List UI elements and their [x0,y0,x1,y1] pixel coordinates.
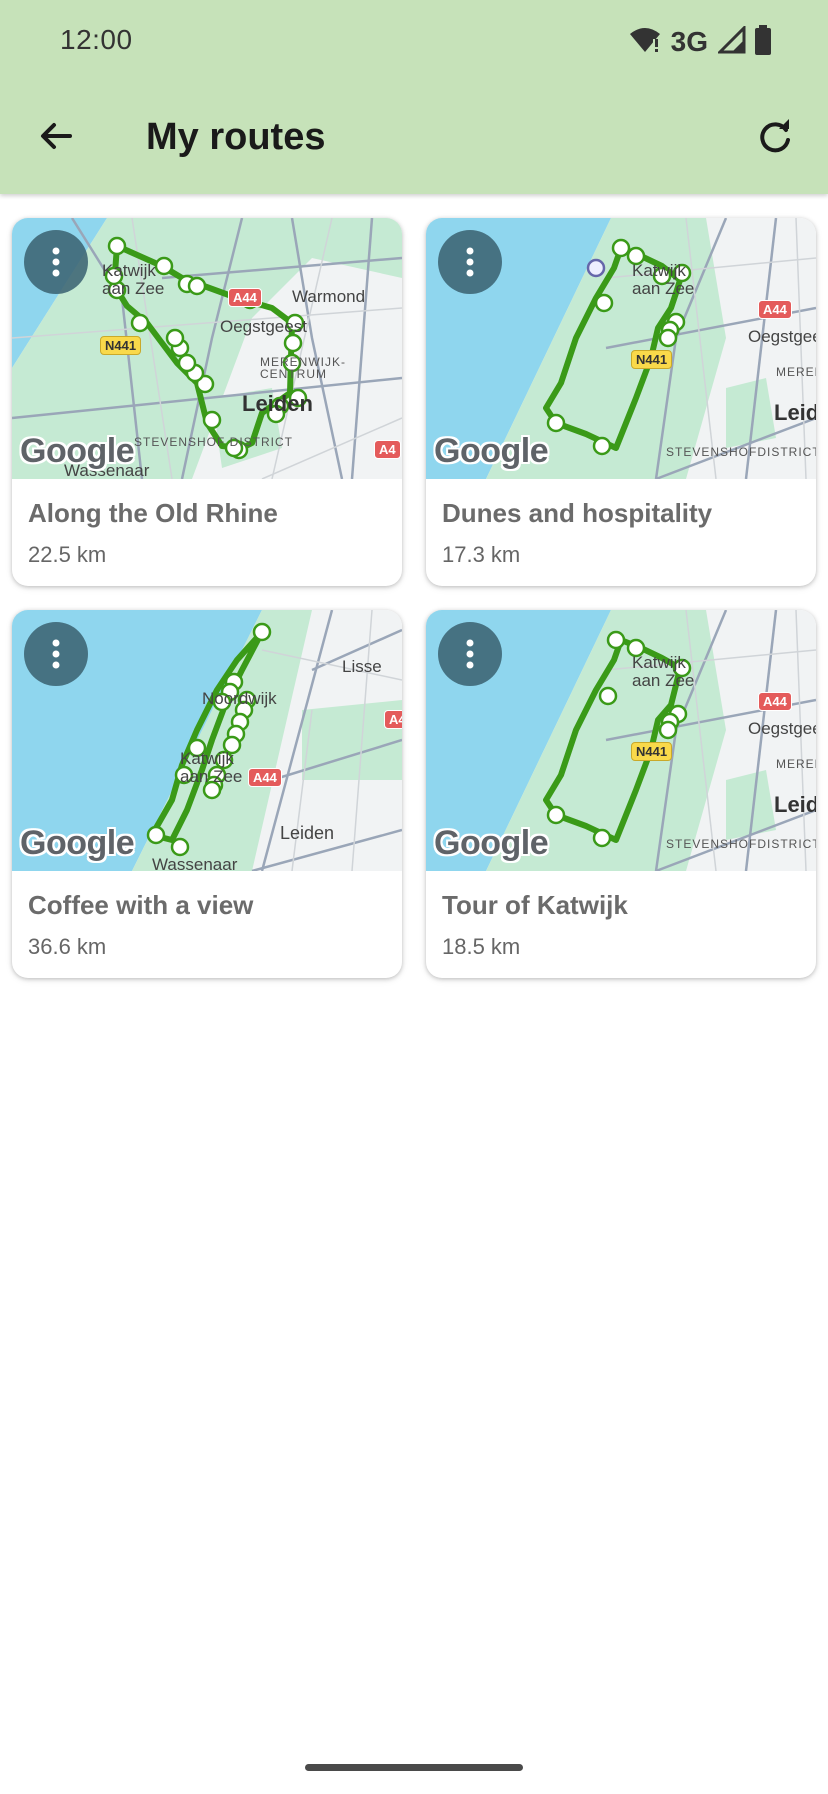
map-label: Noordwijk [202,689,277,708]
road-badge: A44 [758,692,792,711]
routes-grid: Katwijk aan Zee Warmond Oegstgeest MEREN… [12,218,816,978]
google-logo: Google [434,432,549,470]
route-distance: 36.6 km [28,934,107,959]
map-label: Warmond [292,287,366,306]
map-label: MERENWIJK-CENTRUM [260,355,346,381]
google-logo: Google [434,824,549,862]
more-options-button[interactable] [24,230,88,294]
map-label: STEVENSHOF DISTRICT [134,435,294,449]
route-map[interactable]: Katwijk aan Zee Oegstgeest MERENWIJK Lei… [426,218,816,479]
more-options-button[interactable] [438,622,502,686]
map-label: Katwijk [632,653,686,672]
wifi-icon [629,26,661,59]
route-name: Along the Old Rhine [28,498,278,528]
map-label: Oegstgeest [748,719,816,738]
google-logo: Google [20,824,135,862]
back-button[interactable] [30,110,82,162]
road-badge: A44 [758,300,792,319]
map-label: Oegstgeest [748,327,816,346]
map-label: Leiden [242,391,313,416]
battery-icon [754,24,772,60]
status-icons: 3G [629,23,772,60]
route-card[interactable]: Katwijk aan Zee Oegstgeest MERENWIJK Lei… [426,610,816,978]
route-card[interactable]: Katwijk aan Zee Warmond Oegstgeest MEREN… [12,218,402,586]
route-card[interactable]: Katwijk aan Zee Oegstgeest MERENWIJK Lei… [426,218,816,586]
signal-icon [716,23,746,59]
road-badge: N441 [631,350,673,369]
map-label: aan Zee [632,279,695,298]
road-badge: N441 [631,742,673,761]
map-label: MERENWIJK [776,365,816,379]
map-label: Lisse [342,657,382,676]
network-type: 3G [670,26,708,57]
google-logo: Google [20,432,135,470]
more-vert-icon [466,247,474,277]
page-title: My routes [146,116,326,158]
refresh-button[interactable] [748,110,802,164]
home-indicator[interactable] [305,1764,523,1771]
arrow-left-icon [41,123,72,149]
map-label: STEVENSHOFDISTRICT [666,837,816,851]
map-label: MERENWIJK [776,757,816,771]
road-badge: N441 [100,336,142,355]
route-map[interactable]: Lisse Noordwijk Katwijk aan Zee Leiden W… [12,610,402,871]
more-vert-icon [52,639,60,669]
map-label: Leiden [774,400,816,425]
map-label: STEVENSHOFDISTRICT [666,445,816,459]
route-name: Tour of Katwijk [442,890,628,920]
map-label: aan Zee [102,279,165,298]
map-label: Katwijk [180,749,234,768]
route-distance: 18.5 km [442,934,521,959]
refresh-icon [760,119,790,153]
map-label: Katwijk [102,261,156,280]
more-vert-icon [52,247,60,277]
route-map[interactable]: Katwijk aan Zee Warmond Oegstgeest MEREN… [12,218,402,479]
route-name: Coffee with a view [28,890,254,920]
map-label: Leiden [774,792,816,817]
map-label: Katwijk [632,261,686,280]
road-badge: A44 [228,288,262,307]
route-distance: 22.5 km [28,542,107,567]
road-badge: A4 [384,710,402,729]
route-card[interactable]: Lisse Noordwijk Katwijk aan Zee Leiden W… [12,610,402,978]
route-map[interactable]: Katwijk aan Zee Oegstgeest MERENWIJK Lei… [426,610,816,871]
route-distance: 17.3 km [442,542,521,567]
more-vert-icon [466,639,474,669]
more-options-button[interactable] [438,230,502,294]
more-options-button[interactable] [24,622,88,686]
status-time: 12:00 [60,24,133,55]
map-label: aan Zee [180,767,243,786]
map-label: Wassenaar [152,855,238,871]
road-badge: A44 [248,768,282,787]
map-label: Oegstgeest [220,317,307,336]
road-badge: A4 [374,440,401,459]
map-label: aan Zee [632,671,695,690]
app-bar: 12:00 3G My routes [0,0,828,194]
route-name: Dunes and hospitality [442,498,713,528]
map-label: Leiden [280,823,335,843]
